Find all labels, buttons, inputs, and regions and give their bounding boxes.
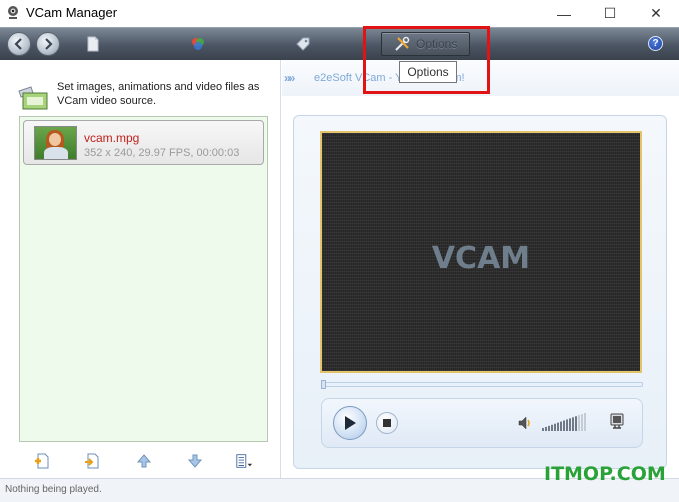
arrow-right-icon: [45, 38, 53, 50]
move-up-button[interactable]: [135, 452, 153, 470]
effects-icon[interactable]: [190, 36, 206, 52]
banner-arrows-icon: »»: [284, 71, 295, 85]
options-tooltip: Options: [399, 61, 457, 83]
move-down-button[interactable]: [186, 452, 204, 470]
media-files-icon: [18, 86, 48, 110]
video-preview: VCAM: [320, 131, 642, 373]
volume-bar: [569, 418, 571, 431]
tools-icon: [395, 36, 410, 51]
volume-bar: [554, 423, 556, 431]
volume-bar: [542, 428, 544, 431]
video-thumbnail: [34, 126, 77, 160]
add-file-button[interactable]: [33, 452, 51, 470]
add-file-icon: [35, 453, 49, 469]
status-text: Nothing being played.: [5, 484, 102, 495]
window-title: VCam Manager: [26, 5, 118, 20]
insert-file-button[interactable]: [83, 452, 101, 470]
play-button[interactable]: [333, 406, 367, 440]
volume-bar: [584, 413, 586, 431]
stop-button[interactable]: [376, 412, 398, 434]
source-pane: Set images, animations and video files a…: [0, 60, 281, 478]
maximize-button[interactable]: ☐: [587, 0, 633, 27]
options-button[interactable]: Options: [381, 32, 470, 56]
volume-bar: [557, 422, 559, 431]
file-meta: 352 x 240, 29.97 FPS, 00:00:03: [84, 147, 240, 159]
watermark: ITMOP.COM: [544, 463, 666, 485]
source-file-list[interactable]: vcam.mpg 352 x 240, 29.97 FPS, 00:00:03: [19, 116, 268, 442]
playback-controls: [321, 398, 643, 448]
play-icon: [345, 416, 356, 430]
list-item[interactable]: vcam.mpg 352 x 240, 29.97 FPS, 00:00:03: [23, 120, 264, 165]
list-toolbar: [0, 445, 281, 475]
preview-frame: VCAM: [293, 115, 667, 469]
volume-bar: [545, 426, 547, 431]
capture-icon[interactable]: [609, 412, 625, 432]
close-button[interactable]: ✕: [633, 0, 679, 27]
document-icon[interactable]: [85, 36, 101, 52]
info-banner: »» e2eSoft VCam - Y ed webcam!: [282, 60, 679, 96]
tag-icon[interactable]: [295, 36, 311, 52]
vcam-logo: VCAM: [431, 241, 531, 276]
toolbar: Options ?: [0, 27, 679, 60]
title-bar: VCam Manager — ☐ ✕: [0, 0, 679, 27]
help-button[interactable]: ?: [648, 36, 663, 51]
arrow-down-icon: [187, 454, 203, 468]
webcam-app-icon: [8, 6, 18, 19]
file-name: vcam.mpg: [84, 131, 140, 145]
volume-slider[interactable]: [542, 412, 588, 432]
list-menu-icon: [236, 454, 253, 468]
volume-bar: [560, 421, 562, 431]
speaker-icon[interactable]: [517, 415, 533, 431]
seek-bar[interactable]: [321, 380, 643, 389]
insert-file-icon: [85, 453, 99, 469]
list-menu-button[interactable]: [235, 452, 253, 470]
stop-icon: [383, 419, 391, 427]
arrow-up-icon: [136, 454, 152, 468]
volume-bar: [572, 417, 574, 431]
volume-bar: [581, 414, 583, 431]
volume-bar: [566, 419, 568, 431]
volume-bar: [548, 425, 550, 431]
source-instructions: Set images, animations and video files a…: [57, 81, 260, 107]
arrow-left-icon: [14, 38, 22, 50]
volume-bar: [575, 416, 577, 431]
volume-bar: [578, 415, 580, 431]
preview-pane: »» e2eSoft VCam - Y ed webcam! VCAM: [282, 60, 679, 478]
forward-button[interactable]: [36, 32, 60, 56]
seek-handle[interactable]: [321, 380, 326, 389]
options-label: Options: [416, 37, 458, 51]
volume-bar: [563, 420, 565, 431]
volume-bar: [551, 424, 553, 431]
minimize-button[interactable]: —: [541, 0, 587, 27]
back-button[interactable]: [7, 32, 31, 56]
